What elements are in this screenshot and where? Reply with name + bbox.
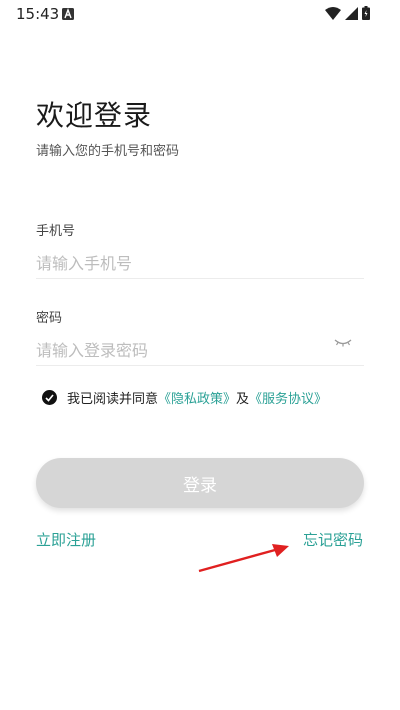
wifi-icon	[325, 6, 341, 20]
signal-icon	[345, 6, 358, 20]
status-icons	[325, 6, 370, 20]
status-bar: 15:43	[0, 0, 400, 28]
register-link[interactable]: 立即注册	[36, 529, 96, 550]
status-time: 15:43	[16, 5, 60, 23]
checkbox-checked-icon[interactable]	[42, 390, 57, 405]
forgot-password-link[interactable]: 忘记密码	[303, 529, 363, 550]
password-label: 密码	[36, 311, 63, 326]
annotation-arrow-icon	[198, 544, 289, 573]
privacy-policy-link[interactable]: 《隐私政策》	[158, 388, 236, 407]
login-button[interactable]: 登录	[36, 458, 364, 508]
phone-underline	[36, 278, 364, 279]
notification-a-icon	[62, 8, 74, 20]
battery-icon	[362, 6, 370, 20]
phone-input[interactable]	[36, 249, 364, 277]
page-title: 欢迎登录	[36, 99, 153, 132]
password-underline	[36, 365, 364, 366]
page-subtitle: 请输入您的手机号和密码	[36, 144, 180, 159]
agreement-text: 我已阅读并同意	[67, 392, 159, 407]
service-agreement-link[interactable]: 《服务协议》	[249, 388, 327, 407]
agreement-and: 及	[236, 392, 250, 407]
phone-label: 手机号	[36, 224, 76, 239]
password-input[interactable]	[36, 336, 326, 364]
eye-closed-icon[interactable]	[334, 336, 352, 350]
agreement-row: 我已阅读并同意 《隐私政策》 及 《服务协议》	[42, 388, 327, 407]
